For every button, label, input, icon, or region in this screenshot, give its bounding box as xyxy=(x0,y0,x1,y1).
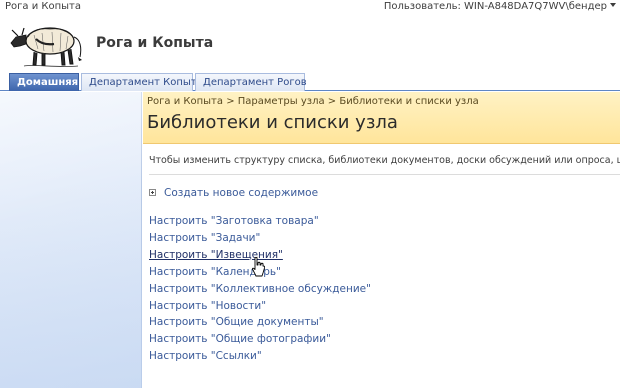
customize-link[interactable]: Настроить "Ссылки" xyxy=(149,348,371,365)
left-nav-shade xyxy=(0,92,142,388)
customize-links-list: Настроить "Заготовка товара" Настроить "… xyxy=(149,213,371,365)
customize-link[interactable]: Настроить "Общие фотографии" xyxy=(149,331,371,348)
page-description: Чтобы изменить структуру списка, библиот… xyxy=(149,155,620,166)
customize-link[interactable]: Настроить "Заготовка товара" xyxy=(149,213,371,230)
tab-home[interactable]: Домашняя xyxy=(9,73,79,91)
tab-horns-dept[interactable]: Департамент Рогов xyxy=(195,73,307,91)
top-nav-tabs: Домашняя Департамент Копыт Департамент Р… xyxy=(0,73,620,91)
site-title[interactable]: Рога и Копыта xyxy=(96,35,213,51)
site-name-link[interactable]: Рога и Копыта xyxy=(5,0,81,13)
main-content: Чтобы изменить структуру списка, библиот… xyxy=(143,145,620,388)
left-navigation xyxy=(0,92,142,388)
create-content-label: Создать новое содержимое xyxy=(164,187,319,199)
page-title: Библиотеки и списки узла xyxy=(147,112,398,133)
user-label: Пользователь: WIN-A848DA7Q7WV\бендер xyxy=(383,1,607,12)
site-header: Рога и Копыта xyxy=(0,13,620,73)
cow-logo[interactable] xyxy=(6,15,88,71)
breadcrumb-item-site[interactable]: Рога и Копыта xyxy=(147,96,223,107)
customize-link[interactable]: Настроить "Общие документы" xyxy=(149,314,371,331)
breadcrumb-separator: > xyxy=(226,96,235,107)
breadcrumb-separator: > xyxy=(327,96,337,107)
create-content-link[interactable]: Создать новое содержимое xyxy=(149,187,318,199)
page-title-area: Рога и Копыта > Параметры узла > Библиот… xyxy=(143,92,620,144)
breadcrumb-item-current: Библиотеки и списки узла xyxy=(339,96,479,107)
tab-hooves-dept[interactable]: Департамент Копыт xyxy=(81,73,197,91)
chevron-down-icon xyxy=(610,3,616,7)
global-top-bar: Рога и Копыта Пользователь: WIN-A848DA7Q… xyxy=(0,0,620,13)
customize-link[interactable]: Настроить "Новости" xyxy=(149,298,371,315)
user-menu[interactable]: Пользователь: WIN-A848DA7Q7WV\бендер xyxy=(384,0,616,13)
breadcrumb-item-settings[interactable]: Параметры узла xyxy=(238,96,325,107)
customize-link[interactable]: Настроить "Задачи" xyxy=(149,230,371,247)
plus-icon xyxy=(149,189,156,196)
divider xyxy=(149,174,620,175)
hand-cursor-icon xyxy=(252,257,265,277)
customize-link[interactable]: Настроить "Коллективное обсуждение" xyxy=(149,281,371,298)
breadcrumb: Рога и Копыта > Параметры узла > Библиот… xyxy=(147,96,479,107)
